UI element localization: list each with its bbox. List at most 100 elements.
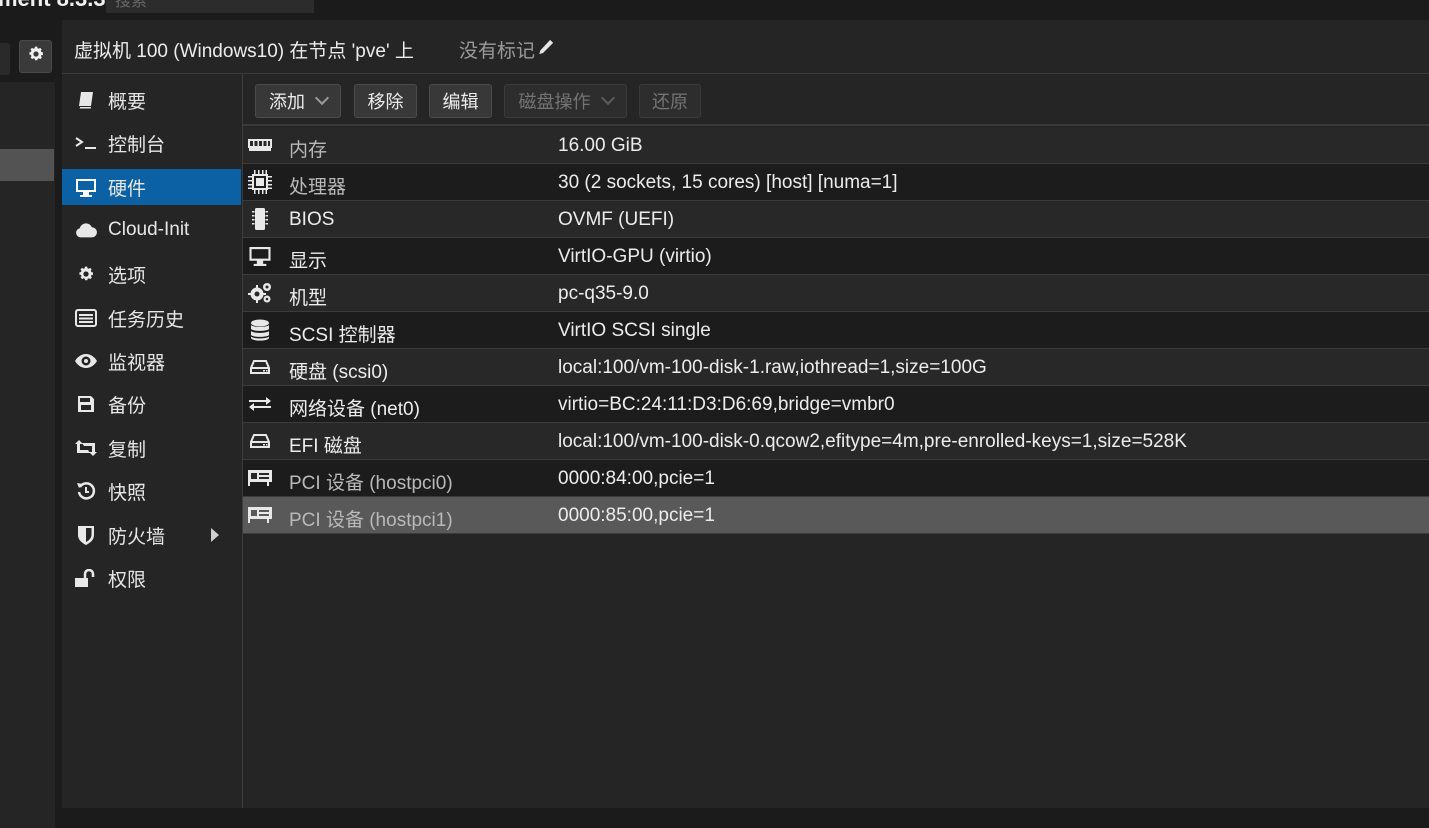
unlock-icon <box>75 567 97 589</box>
revert-button[interactable]: 还原 <box>639 84 701 118</box>
product-version: ment 8.3.3 <box>0 0 106 12</box>
tree-item-selected[interactable] <box>0 149 54 181</box>
tags-edit[interactable]: 没有标记 <box>459 36 555 63</box>
chevron-down-icon <box>314 90 330 106</box>
row-key: 内存 <box>289 140 328 161</box>
hardware-row-pci-hostpci1[interactable]: PCI 设备 (hostpci1) 0000:85:00,pcie=1 <box>243 497 1429 534</box>
hardware-row-network[interactable]: 网络设备 (net0) virtio=BC:24:11:D3:D6:69,bri… <box>243 386 1429 423</box>
hardware-row-hard-disk[interactable]: 硬盘 (scsi0) local:100/vm-100-disk-1.raw,i… <box>243 349 1429 386</box>
view-selector[interactable] <box>0 43 10 75</box>
row-value: virtio=BC:24:11:D3:D6:69,bridge=vmbr0 <box>558 394 895 415</box>
database-icon <box>248 319 272 341</box>
gear-icon <box>27 45 45 68</box>
row-key: BIOS <box>289 209 335 230</box>
add-button[interactable]: 添加 <box>255 84 341 118</box>
row-value: 0000:84:00,pcie=1 <box>558 468 715 489</box>
nav-item-cloud-init[interactable]: Cloud-Init <box>62 212 241 248</box>
nav-label: 选项 <box>108 265 147 287</box>
hardware-row-scsi-controller[interactable]: SCSI 控制器 VirtIO SCSI single <box>243 312 1429 349</box>
nav-label: 监视器 <box>108 352 166 374</box>
row-value: VirtIO-GPU (virtio) <box>558 246 712 267</box>
nav-item-snapshots[interactable]: 快照 <box>62 473 241 509</box>
resource-tree-panel <box>0 20 55 828</box>
row-value: 16.00 GiB <box>558 135 643 156</box>
nav-label: 任务历史 <box>108 309 185 331</box>
chevron-down-icon <box>600 90 615 106</box>
nav-label: 控制台 <box>108 134 166 156</box>
nav-item-task-history[interactable]: 任务历史 <box>62 300 241 336</box>
row-value: local:100/vm-100-disk-0.qcow2,efitype=4m… <box>558 431 1187 452</box>
disk-action-button[interactable]: 磁盘操作 <box>504 84 627 118</box>
pci-card-icon <box>248 504 272 526</box>
row-value: pc-q35-9.0 <box>558 283 649 304</box>
hardware-toolbar: 添加 移除 编辑 磁盘操作 还原 <box>243 74 1429 126</box>
hardware-row-display[interactable]: 显示 VirtIO-GPU (virtio) <box>243 238 1429 275</box>
panel-splitter[interactable] <box>55 20 62 808</box>
hardware-row-processor[interactable]: 处理器 30 (2 sockets, 15 cores) [host] [num… <box>243 164 1429 201</box>
nav-item-backup[interactable]: 备份 <box>62 386 241 422</box>
hardware-row-machine[interactable]: 机型 pc-q35-9.0 <box>243 275 1429 312</box>
nav-item-permissions[interactable]: 权限 <box>62 560 241 596</box>
hdd-icon <box>248 430 272 452</box>
nav-label: Cloud-Init <box>108 219 190 240</box>
row-key: 硬盘 (scsi0) <box>289 362 389 383</box>
row-value: local:100/vm-100-disk-1.raw,iothread=1,s… <box>558 357 987 378</box>
nav-item-options[interactable]: 选项 <box>62 256 241 292</box>
row-key: 处理器 <box>289 177 347 198</box>
memory-icon <box>248 134 272 156</box>
nav-label: 硬件 <box>108 178 147 200</box>
gear-icon <box>75 263 97 285</box>
tags-label: 没有标记 <box>459 41 536 62</box>
hdd-icon <box>248 356 272 378</box>
nav-item-summary[interactable]: 概要 <box>62 82 241 118</box>
page-title: 虚拟机 100 (Windows10) 在节点 'pve' 上 <box>74 41 414 62</box>
nav-label: 备份 <box>108 395 147 417</box>
nav-item-console[interactable]: 控制台 <box>62 125 241 161</box>
row-value: VirtIO SCSI single <box>558 320 711 341</box>
hardware-grid: 内存 16.00 GiB 处理器 30 (2 sockets, 15 cores… <box>243 127 1429 534</box>
floppy-icon <box>75 393 97 415</box>
retweet-icon <box>75 437 97 459</box>
row-value: 0000:85:00,pcie=1 <box>558 505 715 526</box>
tree-settings-button[interactable] <box>19 40 52 73</box>
row-value: 30 (2 sockets, 15 cores) [host] [numa=1] <box>558 172 898 193</box>
cloud-icon <box>75 219 97 241</box>
nav-item-hardware[interactable]: 硬件 <box>62 169 241 205</box>
shield-icon <box>75 524 97 546</box>
top-bar: ment 8.3.3 搜索 <box>0 0 1429 20</box>
nav-item-replication[interactable]: 复制 <box>62 430 241 466</box>
row-key: EFI 磁盘 <box>289 436 362 457</box>
nav-item-firewall[interactable]: 防火墙 <box>62 517 241 553</box>
main-panel: 虚拟机 100 (Windows10) 在节点 'pve' 上 没有标记 概要 … <box>62 20 1429 808</box>
history-icon <box>75 480 97 502</box>
hardware-row-memory[interactable]: 内存 16.00 GiB <box>243 127 1429 164</box>
row-key: SCSI 控制器 <box>289 325 396 346</box>
nav-item-monitor[interactable]: 监视器 <box>62 343 241 379</box>
remove-button[interactable]: 移除 <box>354 84 417 118</box>
hardware-panel: 添加 移除 编辑 磁盘操作 还原 内存 16.00 GiB 处理器 30 (2 … <box>243 74 1429 808</box>
desktop-icon <box>248 245 272 267</box>
edit-button[interactable]: 编辑 <box>429 84 492 118</box>
panel-header: 虚拟机 100 (Windows10) 在节点 'pve' 上 没有标记 <box>62 20 1429 74</box>
book-icon <box>75 89 97 111</box>
nav-label: 概要 <box>108 91 147 113</box>
nav-label: 权限 <box>108 569 147 591</box>
row-key: PCI 设备 (hostpci0) <box>289 473 453 494</box>
resource-tree[interactable] <box>0 82 55 828</box>
add-button-label: 添加 <box>269 92 305 112</box>
pencil-icon <box>537 38 555 62</box>
nav-label: 快照 <box>108 482 147 504</box>
nav-label: 复制 <box>108 439 147 461</box>
hardware-row-bios[interactable]: BIOS OVMF (UEFI) <box>243 201 1429 238</box>
hardware-row-pci-hostpci0[interactable]: PCI 设备 (hostpci0) 0000:84:00,pcie=1 <box>243 460 1429 497</box>
terminal-icon <box>75 132 97 154</box>
search-input[interactable]: 搜索 <box>106 0 314 13</box>
cogs-icon <box>248 282 272 304</box>
disk-action-label: 磁盘操作 <box>518 92 591 112</box>
hardware-row-efi-disk[interactable]: EFI 磁盘 local:100/vm-100-disk-0.qcow2,efi… <box>243 423 1429 460</box>
expand-arrow-icon[interactable] <box>211 528 219 542</box>
row-value: OVMF (UEFI) <box>558 209 675 230</box>
row-key: 网络设备 (net0) <box>289 399 420 420</box>
pci-card-icon <box>248 467 272 489</box>
row-key: PCI 设备 (hostpci1) <box>289 510 453 531</box>
